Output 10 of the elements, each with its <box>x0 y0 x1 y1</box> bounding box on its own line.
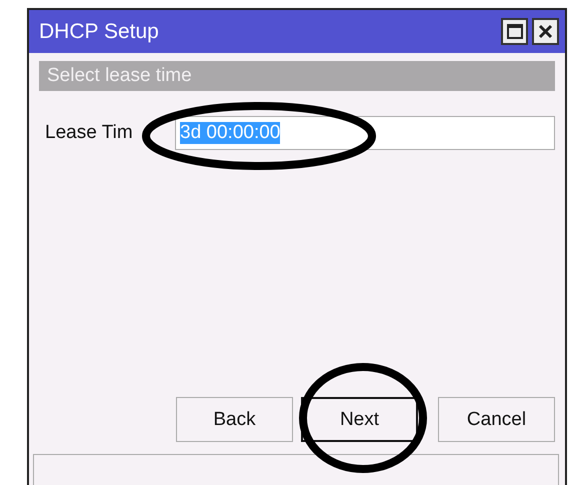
section-title: Select lease time <box>47 65 192 87</box>
close-icon <box>538 24 553 39</box>
close-button[interactable] <box>532 18 559 45</box>
window-title: DHCP Setup <box>39 20 159 44</box>
dialog-button[interactable]: Back <box>176 397 293 442</box>
dialog-button[interactable]: Next <box>301 397 418 442</box>
field-label: Lease Tim <box>45 122 134 144</box>
dialog-button[interactable]: Cancel <box>438 397 555 442</box>
maximize-icon <box>506 24 522 39</box>
maximize-button[interactable] <box>501 18 528 45</box>
